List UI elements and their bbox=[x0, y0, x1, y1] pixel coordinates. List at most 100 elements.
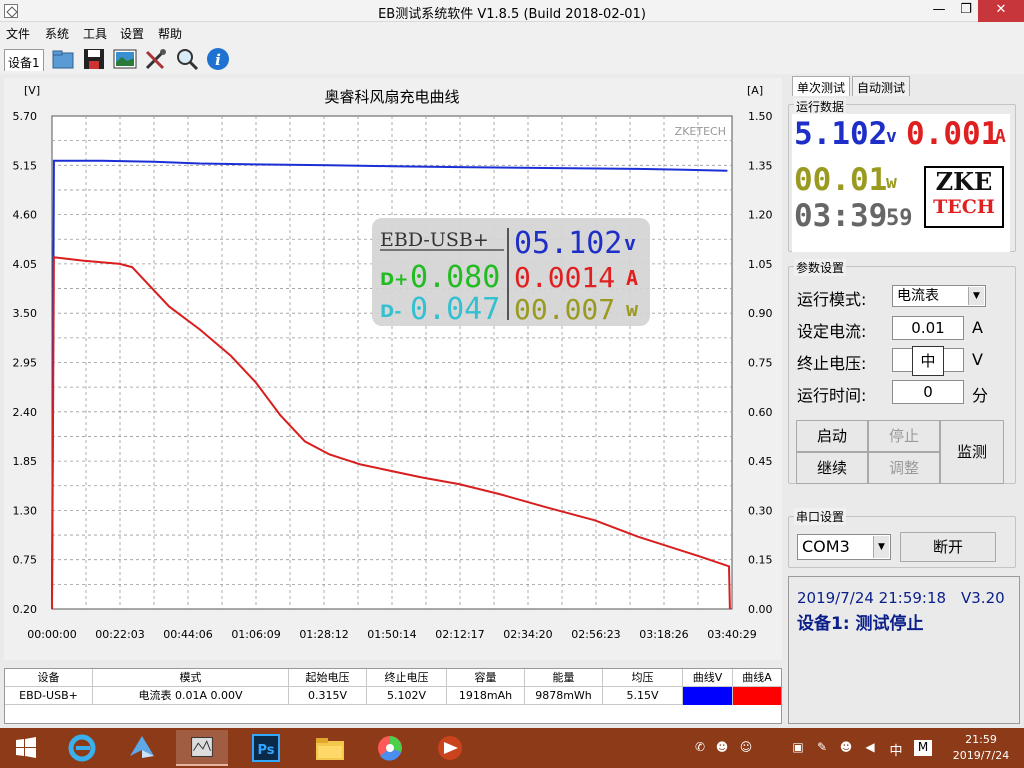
left-y-tick-label: 2.95 bbox=[13, 357, 38, 370]
table-header: 终止电压 bbox=[367, 669, 447, 687]
mode-select[interactable]: 电流表 ▼ bbox=[892, 285, 986, 307]
run-time-value: 03:39 bbox=[794, 198, 888, 234]
menu-system[interactable]: 系统 bbox=[45, 25, 69, 42]
volume-tray-icon[interactable]: ◀ bbox=[862, 740, 878, 756]
image-icon[interactable] bbox=[112, 46, 138, 72]
overlay-dminus-label: D- bbox=[380, 302, 401, 322]
right-y-tick-label: 1.50 bbox=[748, 110, 773, 123]
toolbar: 设备1 i bbox=[0, 42, 1024, 74]
overlay-voltage: 05.102 bbox=[514, 226, 622, 261]
table-header: 能量 bbox=[525, 669, 603, 687]
disconnect-button[interactable]: 断开 bbox=[900, 532, 996, 562]
svg-text:i: i bbox=[215, 51, 221, 69]
result-table: 设备 模式 起始电压 终止电压 容量 能量 均压 曲线V 曲线A EBD-USB… bbox=[4, 668, 782, 724]
table-header: 曲线A bbox=[742, 671, 772, 684]
right-y-tick-label: 0.15 bbox=[748, 554, 773, 567]
minimize-button[interactable]: — bbox=[924, 0, 954, 22]
continue-button[interactable]: 继续 bbox=[796, 452, 868, 484]
qq-tray-icon[interactable]: ☻ bbox=[838, 740, 854, 756]
table-row[interactable]: EBD-USB+ 电流表 0.01A 0.00V 0.315V 5.102V 1… bbox=[5, 687, 781, 705]
search-icon[interactable] bbox=[174, 46, 200, 72]
mode-label: 运行模式: bbox=[797, 290, 867, 309]
tray-clock[interactable]: 21:59 2019/7/24 bbox=[946, 732, 1016, 764]
table-cell: 1918mAh bbox=[447, 687, 525, 705]
security-tray-icon[interactable]: ▣ bbox=[790, 740, 806, 756]
run-time-input[interactable]: 0 bbox=[892, 380, 964, 404]
charging-curve-chart: 奥睿科风扇充电曲线 [V] [A] 5.70 5.15 4.60 4.05 3.50 2.… bbox=[13, 84, 773, 641]
file-explorer-icon[interactable] bbox=[304, 730, 356, 766]
close-button[interactable]: ✕ bbox=[978, 0, 1024, 22]
network-tray-icon[interactable]: ✆ bbox=[692, 740, 708, 756]
menu-settings[interactable]: 设置 bbox=[120, 25, 144, 42]
serial-group-label: 串口设置 bbox=[794, 508, 847, 525]
adjust-button[interactable]: 调整 bbox=[868, 452, 940, 484]
x-tick-label: 00:44:06 bbox=[163, 628, 212, 641]
tools-icon[interactable] bbox=[143, 46, 169, 72]
chart-panel: 奥睿科风扇充电曲线 [V] [A] 5.70 5.15 4.60 4.05 3.50 2.… bbox=[4, 78, 782, 660]
left-y-tick-label: 5.70 bbox=[13, 110, 38, 123]
overlay-model: EBD-USB+ bbox=[380, 229, 489, 251]
stop-button[interactable]: 停止 bbox=[868, 420, 940, 452]
ime-tray-label[interactable]: 中 bbox=[888, 740, 904, 759]
port-select[interactable]: COM3 ▼ bbox=[797, 534, 891, 560]
status-message: 设备1: 测试停止 bbox=[797, 614, 924, 634]
tab-auto-test[interactable]: 自动测试 bbox=[852, 76, 911, 96]
cutoff-voltage-unit: V bbox=[972, 350, 983, 369]
folder-icon[interactable] bbox=[50, 46, 76, 72]
taskbar: Ps ✆ ☻ ☺ ▣ ✎ ☻ ◀ 中 M 21:59 2019/7/24 bbox=[0, 728, 1024, 768]
eb-tester-app-icon[interactable] bbox=[176, 730, 228, 766]
left-y-tick-label: 0.75 bbox=[13, 554, 38, 567]
table-header: 均压 bbox=[603, 669, 683, 687]
chevron-down-icon[interactable]: ▼ bbox=[968, 287, 984, 305]
left-y-tick-label: 1.30 bbox=[13, 504, 38, 517]
qq-tray-icon[interactable]: ☻ bbox=[714, 740, 730, 756]
current-unit: A bbox=[972, 318, 983, 337]
overlay-power-unit: w bbox=[626, 297, 639, 321]
table-cell: 5.102V bbox=[367, 687, 447, 705]
run-data-group-label: 运行数据 bbox=[794, 98, 847, 115]
window-title: EB测试系统软件 V1.8.5 (Build 2018-02-01) bbox=[378, 7, 646, 22]
x-tick-label: 00:00:00 bbox=[27, 628, 76, 641]
left-y-tick-label: 5.15 bbox=[13, 159, 38, 172]
logo-line2: TECH bbox=[933, 196, 995, 218]
menu-tools[interactable]: 工具 bbox=[83, 25, 107, 42]
curve-a-color-swatch[interactable] bbox=[733, 687, 781, 705]
menu-file[interactable]: 文件 bbox=[6, 25, 30, 42]
device-tab[interactable]: 设备1 bbox=[4, 49, 44, 71]
table-header: 曲线V bbox=[683, 669, 733, 687]
x-tick-label: 01:06:09 bbox=[231, 628, 280, 641]
curve-v-color-swatch[interactable] bbox=[683, 687, 733, 705]
info-icon[interactable]: i bbox=[205, 46, 231, 72]
table-header: 起始电压 bbox=[289, 669, 367, 687]
media-app-icon[interactable] bbox=[424, 730, 476, 766]
monitor-button[interactable]: 监测 bbox=[940, 420, 1004, 484]
ie-browser-icon[interactable] bbox=[56, 730, 108, 766]
feather-app-icon[interactable] bbox=[116, 730, 168, 766]
current-input[interactable]: 0.01 bbox=[892, 316, 964, 340]
save-icon[interactable] bbox=[81, 46, 107, 72]
ime-mode-tray-label[interactable]: M bbox=[914, 740, 932, 756]
menu-help[interactable]: 帮助 bbox=[158, 25, 182, 42]
run-time-label: 运行时间: bbox=[797, 386, 867, 405]
watermark: ZKETECH bbox=[675, 125, 726, 138]
x-tick-label: 02:34:20 bbox=[503, 628, 552, 641]
left-y-tick-label: 0.20 bbox=[13, 603, 38, 616]
restore-button[interactable]: ❐ bbox=[954, 0, 978, 22]
right-y-tick-label: 0.90 bbox=[748, 307, 773, 320]
x-tick-label: 01:50:14 bbox=[367, 628, 416, 641]
meter-overlay: EBD-USB+ 05.102 v D+ 0.080 0.0014 A D- 0… bbox=[372, 218, 650, 327]
pen-tray-icon[interactable]: ✎ bbox=[814, 740, 830, 756]
left-y-tick-label: 4.05 bbox=[13, 258, 38, 271]
x-tick-label: 01:28:12 bbox=[299, 628, 348, 641]
chevron-down-icon[interactable]: ▼ bbox=[873, 536, 889, 558]
table-cell: 0.315V bbox=[289, 687, 367, 705]
current-label: 设定电流: bbox=[797, 322, 867, 341]
tab-single-test[interactable]: 单次测试 bbox=[792, 76, 851, 96]
photoshop-icon[interactable]: Ps bbox=[240, 730, 292, 766]
x-tick-label: 00:22:03 bbox=[95, 628, 144, 641]
start-button[interactable]: 启动 bbox=[796, 420, 868, 452]
windows-start-icon[interactable] bbox=[0, 730, 52, 766]
table-header-row: 设备 模式 起始电压 终止电压 容量 能量 均压 曲线V 曲线A bbox=[5, 669, 781, 687]
qq-tray-icon[interactable]: ☺ bbox=[738, 740, 754, 756]
color-picker-app-icon[interactable] bbox=[364, 730, 416, 766]
